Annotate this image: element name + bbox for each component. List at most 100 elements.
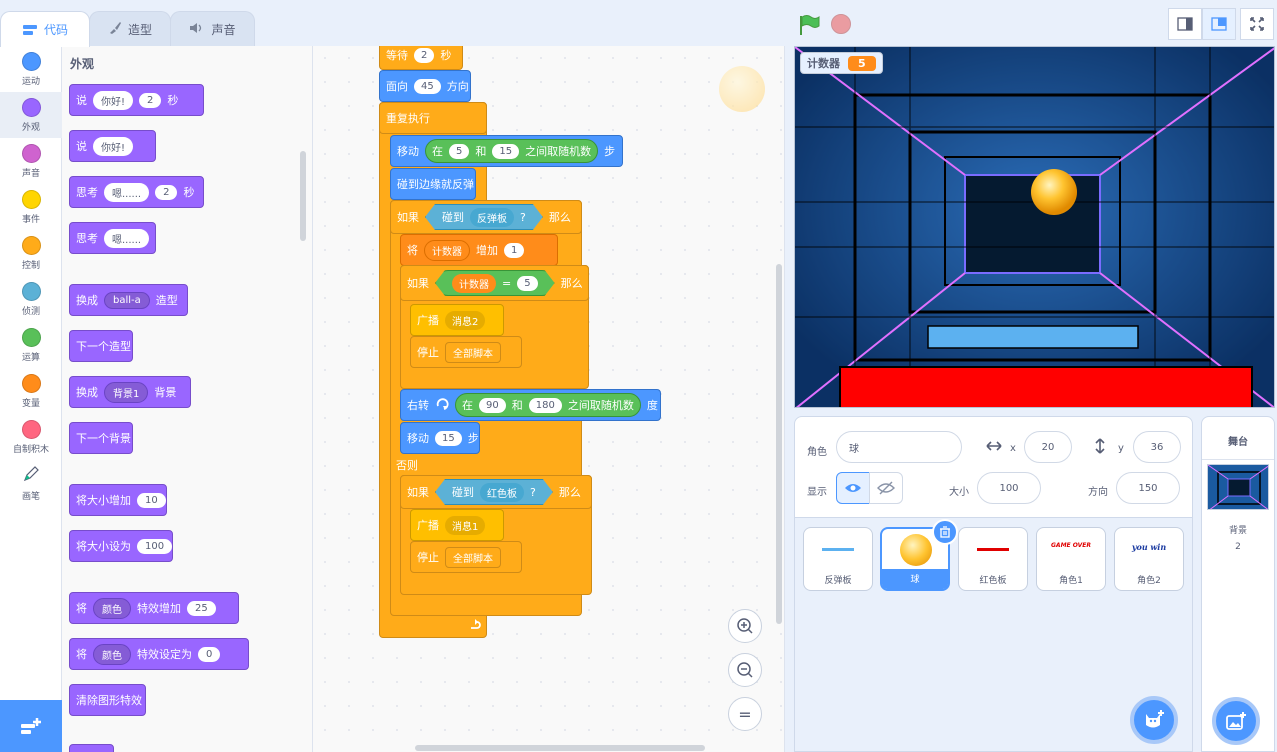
touching-dropdown[interactable]: 红色板 xyxy=(480,483,524,502)
red-board-sprite[interactable] xyxy=(839,366,1253,408)
show-hidden-button[interactable] xyxy=(869,472,903,504)
category-variables[interactable]: 变量 xyxy=(0,368,62,414)
block-input[interactable]: 180 xyxy=(528,397,562,413)
category-sound[interactable]: 声音 xyxy=(0,138,62,184)
block-change-effect[interactable]: 将 颜色 特效增加 25 xyxy=(69,592,239,624)
block-say[interactable]: 说 你好! xyxy=(69,130,156,162)
sprite-thumb-role1[interactable]: GAME OVER 角色1 xyxy=(1036,527,1106,591)
block-stop-all-2[interactable]: 停止 全部脚本 xyxy=(410,541,522,573)
x-field[interactable]: 20 xyxy=(1024,431,1072,463)
effect-dropdown[interactable]: 颜色 xyxy=(93,643,131,665)
block-switch-backdrop[interactable]: 换成 背景1 背景 xyxy=(69,376,191,408)
touching-reporter[interactable]: 碰到 红色板 ? xyxy=(435,479,553,505)
block-change-variable[interactable]: 将 计数器 增加 1 xyxy=(400,234,558,266)
large-stage-button[interactable] xyxy=(1202,8,1236,40)
paddle-sprite[interactable] xyxy=(927,325,1139,349)
block-input[interactable]: 25 xyxy=(187,600,216,616)
script-vertical-scrollbar[interactable] xyxy=(776,264,782,624)
equals-reporter[interactable]: 计数器 = 5 xyxy=(435,270,555,296)
block-next-costume[interactable]: 下一个造型 xyxy=(69,330,133,362)
block-think-for-secs[interactable]: 思考 嗯...... 2 秒 xyxy=(69,176,204,208)
backdrop-dropdown[interactable]: 背景1 xyxy=(104,381,149,403)
choose-sprite-button[interactable] xyxy=(1130,696,1178,744)
block-set-size[interactable]: 将大小设为 100 xyxy=(69,530,173,562)
block-move-random[interactable]: 移动 在 5 和 15 之间取随机数 步 xyxy=(390,135,623,167)
touching-dropdown[interactable]: 反弹板 xyxy=(470,208,514,227)
sprite-thumb-role2[interactable]: you win 角色2 xyxy=(1114,527,1184,591)
block-move-steps[interactable]: 移动 15 步 xyxy=(400,422,480,454)
variable-dropdown[interactable]: 计数器 xyxy=(424,239,470,261)
category-events[interactable]: 事件 xyxy=(0,184,62,230)
block-input[interactable]: 嗯...... xyxy=(104,228,150,248)
block-input[interactable]: 2 xyxy=(139,92,162,108)
script-horizontal-scrollbar[interactable] xyxy=(415,745,705,751)
zoom-reset-button[interactable]: = xyxy=(728,697,762,731)
sprite-thumb-ball[interactable]: 球 xyxy=(880,519,958,591)
block-bounce[interactable]: 碰到边缘就反弹 xyxy=(390,168,476,200)
touching-reporter[interactable]: 碰到 反弹板 ? xyxy=(425,204,543,230)
block-wait[interactable]: 等待 2 秒 xyxy=(379,46,463,70)
ball-sprite[interactable] xyxy=(1031,169,1077,215)
block-next-backdrop[interactable]: 下一个背景 xyxy=(69,422,133,454)
block-set-effect[interactable]: 将 颜色 特效设定为 0 xyxy=(69,638,249,670)
zoom-in-button[interactable] xyxy=(728,609,762,643)
stage-panel[interactable]: 舞台 背景 2 xyxy=(1201,416,1275,752)
block-broadcast-2[interactable]: 广播 消息2 xyxy=(410,304,504,336)
category-sensing[interactable]: 侦测 xyxy=(0,276,62,322)
size-field[interactable]: 100 xyxy=(977,472,1041,504)
fullscreen-button[interactable] xyxy=(1240,8,1274,40)
y-field[interactable]: 36 xyxy=(1133,431,1181,463)
block-input[interactable]: 5 xyxy=(449,143,470,159)
category-looks[interactable]: 外观 xyxy=(0,92,62,138)
choose-backdrop-button[interactable] xyxy=(1212,697,1260,745)
pick-random-reporter[interactable]: 在 90 和 180 之间取随机数 xyxy=(455,393,641,417)
block-input[interactable]: 0 xyxy=(198,646,221,662)
block-input[interactable]: 15 xyxy=(435,430,462,446)
show-visible-button[interactable] xyxy=(836,472,870,504)
block-input[interactable]: 你好! xyxy=(93,90,134,110)
block-if[interactable]: 如果 计数器 = 5 那么 xyxy=(400,265,589,301)
block-say-for-secs[interactable]: 说 你好! 2 秒 xyxy=(69,84,204,116)
block-input[interactable]: 45 xyxy=(414,78,441,94)
block-stop-all-1[interactable]: 停止 全部脚本 xyxy=(410,336,522,368)
block-input[interactable]: 5 xyxy=(517,276,537,291)
delete-sprite-button[interactable] xyxy=(932,519,958,545)
sprite-name-field[interactable]: 球 xyxy=(836,431,962,463)
block-turn-random[interactable]: 右转 在 90 和 180 之间取随机数 度 xyxy=(400,389,661,421)
category-motion[interactable]: 运动 xyxy=(0,46,62,92)
costume-dropdown[interactable]: ball-a xyxy=(104,291,150,309)
effect-dropdown[interactable]: 颜色 xyxy=(93,597,131,619)
block-forever[interactable]: 重复执行 xyxy=(379,102,487,134)
direction-field[interactable]: 150 xyxy=(1116,472,1180,504)
block-if-red[interactable]: 如果 碰到 红色板 ? 那么 xyxy=(400,475,592,509)
variable-reporter[interactable]: 计数器 xyxy=(452,274,496,293)
block-clear-effects[interactable]: 清除图形特效 xyxy=(69,684,146,716)
small-stage-button[interactable] xyxy=(1168,8,1202,40)
message-dropdown[interactable]: 消息1 xyxy=(445,515,486,535)
stop-dropdown[interactable]: 全部脚本 xyxy=(445,341,501,363)
variable-monitor[interactable]: 计数器 5 xyxy=(800,52,883,74)
category-operators[interactable]: 运算 xyxy=(0,322,62,368)
block-partial[interactable] xyxy=(69,744,114,752)
block-input[interactable]: 2 xyxy=(155,184,178,200)
message-dropdown[interactable]: 消息2 xyxy=(445,310,486,330)
sprite-thumb-paddle[interactable]: 反弹板 xyxy=(803,527,873,591)
block-input[interactable]: 15 xyxy=(492,143,520,159)
block-input[interactable]: 100 xyxy=(137,538,173,554)
block-change-size[interactable]: 将大小增加 10 xyxy=(69,484,167,516)
block-input[interactable]: 1 xyxy=(504,242,525,258)
tab-sounds[interactable]: 声音 xyxy=(170,11,255,46)
block-broadcast-1[interactable]: 广播 消息1 xyxy=(410,509,504,541)
block-input[interactable]: 你好! xyxy=(93,136,134,156)
block-switch-costume[interactable]: 换成 ball-a 造型 xyxy=(69,284,188,316)
sprite-thumb-red-board[interactable]: 红色板 xyxy=(958,527,1028,591)
category-pen[interactable]: 画笔 xyxy=(0,460,62,506)
green-flag-button[interactable] xyxy=(798,14,820,36)
block-input[interactable]: 嗯...... xyxy=(104,182,150,202)
backdrop-thumbnail[interactable] xyxy=(1207,464,1269,510)
block-think[interactable]: 思考 嗯...... xyxy=(69,222,156,254)
script-area[interactable]: 等待 2 秒 面向 45 方向 重复执行 移动 在 5 和 15 之间取随机数 … xyxy=(313,46,785,752)
stage[interactable]: 计数器 5 xyxy=(794,46,1275,408)
tab-code[interactable]: 代码 xyxy=(0,11,90,47)
zoom-out-button[interactable] xyxy=(728,653,762,687)
